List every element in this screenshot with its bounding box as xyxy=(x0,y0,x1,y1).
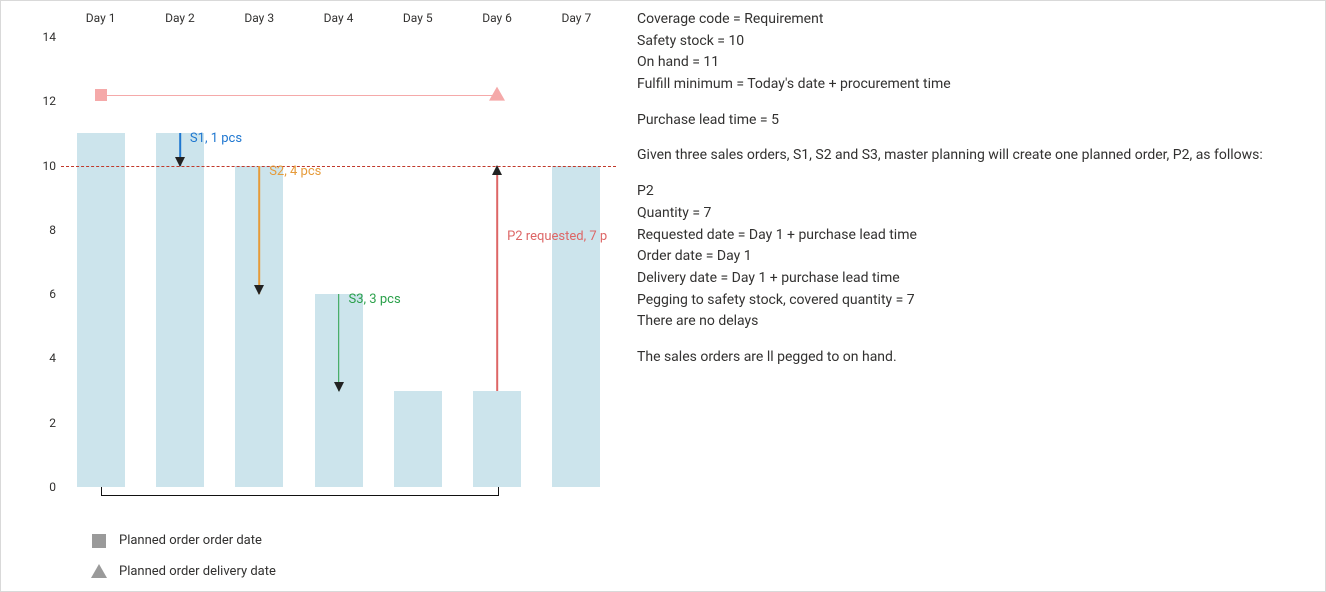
y-tick-label: 2 xyxy=(26,417,56,429)
y-tick-label: 12 xyxy=(26,95,56,107)
y-tick-label: 4 xyxy=(26,352,56,364)
x-tick-label: Day 7 xyxy=(561,11,591,25)
chart: 0 2 4 6 8 10 12 14 Day 1 Day 2 Day 3 Day 4 Day 5 Day … xyxy=(19,7,619,517)
x-tick-label: Day 1 xyxy=(86,11,116,25)
bar xyxy=(552,166,600,487)
page: 0 2 4 6 8 10 12 14 Day 1 Day 2 Day 3 Day 4 Day 5 Day … xyxy=(0,0,1326,592)
legend: Planned order order date Planned order d… xyxy=(89,529,276,590)
y-tick-label: 8 xyxy=(26,224,56,236)
info-footnote: The sales orders are ll pegged to on han… xyxy=(637,347,1297,369)
arrow-label-p2: P2 requested, 7 p xyxy=(507,229,607,245)
y-tick-label: 0 xyxy=(26,481,56,493)
plot-bottom-bracket xyxy=(101,487,499,496)
info-p2-requested: Requested date = Day 1 + purchase lead t… xyxy=(637,225,1297,247)
x-tick-label: Day 2 xyxy=(165,11,195,25)
info-safety-stock: Safety stock = 10 xyxy=(637,31,1297,53)
bar xyxy=(156,133,204,487)
info-p2-header: P2 xyxy=(637,181,1297,203)
bar xyxy=(394,391,442,487)
info-p2-delivery: Delivery date = Day 1 + purchase lead ti… xyxy=(637,268,1297,290)
info-p2-qty: Quantity = 7 xyxy=(637,203,1297,225)
info-fulfill-minimum: Fulfill minimum = Today's date + procure… xyxy=(637,74,1297,96)
info-given: Given three sales orders, S1, S2 and S3,… xyxy=(637,145,1297,167)
legend-delivery-date-label: Planned order delivery date xyxy=(119,560,276,585)
bar xyxy=(77,133,125,487)
plot-area: 02468101214Day 1Day 2Day 3Day 4Day 5Day … xyxy=(61,37,616,487)
arrow-label-s3: S3, 3 pcs xyxy=(349,292,401,308)
arrow-label-s2: S2, 4 pcs xyxy=(269,164,321,180)
legend-delivery-date: Planned order delivery date xyxy=(89,560,276,585)
info-p2-order: Order date = Day 1 xyxy=(637,246,1297,268)
info-panel: Coverage code = Requirement Safety stock… xyxy=(637,9,1297,369)
legend-order-date-label: Planned order order date xyxy=(119,529,262,554)
y-tick-label: 6 xyxy=(26,288,56,300)
info-on-hand: On hand = 11 xyxy=(637,52,1297,74)
info-coverage-code: Coverage code = Requirement xyxy=(637,9,1297,31)
info-purchase-lead-time: Purchase lead time = 5 xyxy=(637,110,1297,132)
delivery-date-triangle-icon xyxy=(489,86,505,100)
safety-stock-line xyxy=(61,166,616,167)
bar xyxy=(473,391,521,487)
legend-order-date: Planned order order date xyxy=(89,529,276,554)
y-tick-label: 14 xyxy=(26,31,56,43)
y-tick-label: 10 xyxy=(26,160,56,172)
info-p2-delays: There are no delays xyxy=(637,311,1297,333)
x-tick-label: Day 6 xyxy=(482,11,512,25)
x-tick-label: Day 5 xyxy=(403,11,433,25)
info-p2-pegging: Pegging to safety stock, covered quantit… xyxy=(637,290,1297,312)
order-date-square-icon xyxy=(95,89,107,101)
triangle-icon xyxy=(89,560,109,585)
x-tick-label: Day 4 xyxy=(324,11,354,25)
planned-order-line xyxy=(101,95,497,96)
square-icon xyxy=(89,529,109,554)
x-tick-label: Day 3 xyxy=(244,11,274,25)
arrow-label-s1: S1, 1 pcs xyxy=(190,131,242,147)
